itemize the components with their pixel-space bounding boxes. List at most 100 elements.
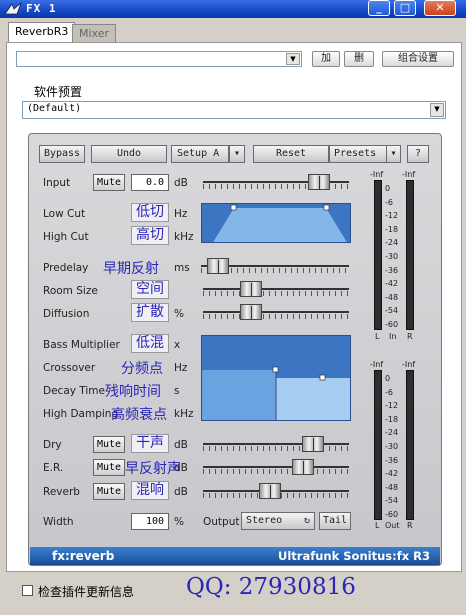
dry-value-field[interactable]: 干声 [131,434,169,453]
meter-scale-tick: -6 [385,198,393,207]
high-cut-handle[interactable] [323,204,330,211]
dry-unit: dB [174,439,188,451]
meter-scale-tick: -42 [385,279,399,288]
out-left-inf-label: -Inf [370,360,384,369]
plugin-chain-select[interactable]: ▼ [16,51,302,67]
title-bar: FX 1 _ □ ✕ [0,0,466,18]
crossover-label: Crossover [43,362,96,374]
setup-chevron-icon[interactable]: ▾ [229,145,245,163]
reverb-slider[interactable] [203,483,349,499]
reverb-label: Reverb [43,486,80,498]
brand-bar: fx:reverb Ultrafunk Sonitus:fx R3 [30,547,440,565]
output-mode-select[interactable]: Stereo ↻ [241,512,315,530]
room-size-value-field[interactable]: 空间 [131,280,169,299]
meter-scale-tick: -30 [385,252,399,261]
out-label: Out [385,521,400,530]
width-unit: % [174,516,184,528]
decay-time-value: 残响时间 [105,384,161,400]
meter-scale-tick: -30 [385,442,399,451]
meter-scale-tick: -54 [385,306,399,315]
damping-handle[interactable] [319,374,326,381]
preset-select[interactable]: (Default) ▼ [22,101,446,119]
crossover-handle[interactable] [272,366,279,373]
meter-scale-tick: -18 [385,415,399,424]
eq-filter-graph[interactable] [201,203,351,243]
input-value-field[interactable]: 0.0 [131,174,169,191]
chevron-down-icon: ▼ [286,53,300,65]
dry-mute-button[interactable]: Mute [93,436,125,453]
setup-select[interactable]: Setup A [171,145,229,163]
undo-button[interactable]: Undo [91,145,167,163]
presets-select[interactable]: Presets [329,145,387,163]
in-right-label: R [407,332,413,341]
high-cut-value-field[interactable]: 高切 [131,226,169,245]
preset-label: 软件预置 [34,85,83,99]
bass-multiplier-value-field[interactable]: 低混 [131,334,169,353]
brand-product-name: Ultrafunk Sonitus:fx R3 [278,549,430,563]
combine-settings-button[interactable]: 组合设置 [382,51,454,67]
contact-qq-text: QQ: 27930816 [186,574,356,600]
meter-scale-tick: 0 [385,184,391,193]
update-check-checkbox[interactable] [22,585,33,596]
slider-knob[interactable] [240,281,262,297]
delete-button[interactable]: 删 [344,51,374,67]
meter-scale-tick: 0 [385,374,391,383]
tab-reverbr3[interactable]: ReverbR3 [8,22,76,42]
presets-chevron-icon[interactable]: ▾ [387,145,401,163]
bypass-button[interactable]: Bypass [39,145,85,163]
tail-button[interactable]: Tail [319,512,351,530]
dry-slider[interactable] [203,436,349,452]
in-right-inf-label: -Inf [402,170,416,179]
predelay-value: 早期反射 [103,261,159,277]
help-button[interactable]: ? [407,145,429,163]
slider-knob[interactable] [308,174,330,190]
minimize-button[interactable]: _ [368,0,390,16]
input-slider[interactable] [203,174,349,190]
diffusion-unit: % [174,308,184,320]
output-mode-value: Stereo [246,515,283,526]
er-mute-button[interactable]: Mute [93,459,125,476]
decay-time-unit: s [174,385,180,397]
input-mute-button[interactable]: Mute [93,174,125,191]
meter-scale-tick: -54 [385,496,399,505]
input-label: Input [43,177,71,189]
add-button[interactable]: 加 [312,51,340,67]
er-unit: dB [174,462,188,474]
predelay-label: Predelay [43,262,89,274]
low-cut-handle[interactable] [230,204,237,211]
output-right-meter [406,370,414,520]
update-check-label: 检查插件更新信息 [38,585,135,599]
slider-knob[interactable] [240,304,262,320]
maximize-button[interactable]: □ [394,0,416,16]
close-button[interactable]: ✕ [424,0,456,16]
meter-scale-tick: -42 [385,469,399,478]
er-slider[interactable] [203,459,349,475]
low-cut-value-field[interactable]: 低切 [131,203,169,222]
predelay-slider[interactable] [201,258,349,274]
low-cut-unit: Hz [174,208,188,220]
decay-graph[interactable] [201,335,351,421]
meter-scale-tick: -36 [385,456,399,465]
slider-knob[interactable] [259,483,281,499]
meter-scale-tick: -6 [385,388,393,397]
meter-scale-tick: -12 [385,211,399,220]
slider-knob[interactable] [302,436,324,452]
output-meter-scale: 0 -6 -12 -18 -24 -30 -36 -42 -48 -54 -60 [385,374,403,524]
high-damping-value: 高频衰点 [111,407,167,423]
slider-knob[interactable] [292,459,314,475]
chevron-down-icon: ▼ [430,103,444,117]
room-size-slider[interactable] [203,281,349,297]
predelay-unit: ms [174,262,190,274]
tab-mixer[interactable]: Mixer [72,24,117,42]
reverb-value-field[interactable]: 混响 [131,481,169,500]
input-left-meter [374,180,382,330]
width-value-field[interactable]: 100 [131,513,169,530]
slider-knob[interactable] [207,258,229,274]
diffusion-slider[interactable] [203,304,349,320]
diffusion-value-field[interactable]: 扩散 [131,303,169,322]
bass-multiplier-unit: x [174,339,181,351]
high-damping-label: High Damping [43,408,119,420]
er-value: 早反射声 [125,461,181,477]
reset-button[interactable]: Reset [253,145,329,163]
reverb-mute-button[interactable]: Mute [93,483,125,500]
